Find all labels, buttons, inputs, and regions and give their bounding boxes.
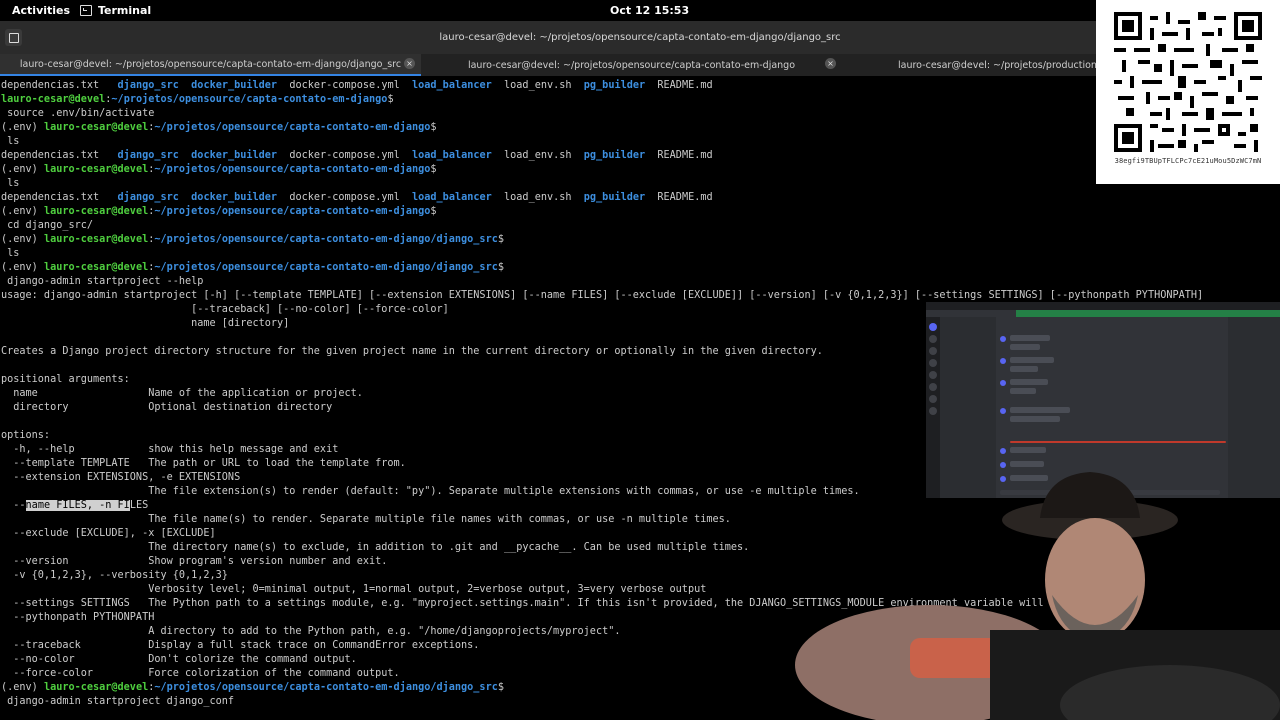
command-line: django-admin startproject django_conf xyxy=(1,696,235,707)
help-usage: usage: django-admin startproject [-h] [-… xyxy=(1,290,1204,301)
help-line: --traceback Display a full stack trace o… xyxy=(1,640,480,651)
prompt-line: (.env) lauro-cesar@devel:~/projetos/open… xyxy=(1,122,437,133)
discord-titlebar xyxy=(926,302,1280,310)
close-tab-icon[interactable]: × xyxy=(404,58,415,69)
help-line: --extension EXTENSIONS, -e EXTENSIONS xyxy=(1,472,241,483)
help-line: A directory to add to the Python path, e… xyxy=(1,626,621,637)
help-line: directory Optional destination directory xyxy=(1,402,333,413)
help-line: The file name(s) to render. Separate mul… xyxy=(1,514,731,525)
system-top-bar: Activities Terminal Oct 12 15:53 xyxy=(0,0,1280,21)
command-line: ls xyxy=(1,178,20,189)
prompt-line: lauro-cesar@devel:~/projetos/opensource/… xyxy=(1,94,394,105)
text-selection[interactable]: name FILES, -n FI xyxy=(25,500,130,511)
help-line: --name FILES, -n FILES xyxy=(1,500,149,511)
help-usage: [--traceback] [--no-color] [--force-colo… xyxy=(1,304,449,315)
webcam-image xyxy=(795,472,1280,720)
help-line: --pythonpath PYTHONPATH xyxy=(1,612,155,623)
help-line: --version Show program's version number … xyxy=(1,556,388,567)
help-description: Creates a Django project directory struc… xyxy=(1,346,823,357)
help-line: -v {0,1,2,3}, --verbosity {0,1,2,3} xyxy=(1,570,228,581)
help-section-header: options: xyxy=(1,430,51,441)
help-line: --force-color Force colorization of the … xyxy=(1,668,400,679)
activities-button[interactable]: Activities xyxy=(12,4,70,17)
webcam-feed xyxy=(790,470,1280,720)
prompt-line: (.env) lauro-cesar@devel:~/projetos/open… xyxy=(1,682,504,693)
command-line: ls xyxy=(1,136,20,147)
donation-qr-code: 38egfi9TBUpTFLCPc7cE21uMou5DzWC7mN xyxy=(1096,0,1280,184)
command-line: ls xyxy=(1,248,20,259)
prompt-line: (.env) lauro-cesar@devel:~/projetos/open… xyxy=(1,262,504,273)
prompt-line: (.env) lauro-cesar@devel:~/projetos/open… xyxy=(1,164,437,175)
help-line: --exclude [EXCLUDE], -x [EXCLUDE] xyxy=(1,528,216,539)
help-line: -h, --help show this help message and ex… xyxy=(1,444,339,455)
help-usage: name [directory] xyxy=(1,318,290,329)
help-section-header: positional arguments: xyxy=(1,374,130,385)
help-line: Verbosity level; 0=minimal output, 1=nor… xyxy=(1,584,707,595)
discord-window-thumbnail xyxy=(926,302,1280,498)
ls-output: dependencias.txt django_src docker_build… xyxy=(1,80,713,91)
help-line: name Name of the application or project. xyxy=(1,388,363,399)
tab-label: lauro-cesar@devel: ~/projetos/opensource… xyxy=(19,58,402,70)
tab-capta-contato[interactable]: lauro-cesar@devel: ~/projetos/opensource… xyxy=(421,54,842,76)
tab-django-src[interactable]: lauro-cesar@devel: ~/projetos/opensource… xyxy=(0,54,421,76)
help-line: The file extension(s) to render (default… xyxy=(1,486,860,497)
help-line: --no-color Don't colorize the command ou… xyxy=(1,654,357,665)
window-title: lauro-cesar@devel: ~/projetos/opensource… xyxy=(439,32,841,43)
ls-output: dependencias.txt django_src docker_build… xyxy=(1,192,713,203)
prompt-line: (.env) lauro-cesar@devel:~/projetos/open… xyxy=(1,206,437,217)
wallet-address: 38egfi9TBUpTFLCPc7cE21uMou5DzWC7mN xyxy=(1114,157,1262,165)
qr-code-image xyxy=(1114,12,1262,152)
help-line: --template TEMPLATE The path or URL to l… xyxy=(1,458,406,469)
close-tab-icon[interactable]: × xyxy=(825,58,836,69)
help-line: The directory name(s) to exclude, in add… xyxy=(1,542,750,553)
command-line: cd django_src/ xyxy=(1,220,94,231)
ls-output: dependencias.txt django_src docker_build… xyxy=(1,150,713,161)
tab-bar: lauro-cesar@devel: ~/projetos/opensource… xyxy=(0,54,1280,76)
tab-label: lauro-cesar@devel: ~/projetos/opensource… xyxy=(467,59,796,71)
app-menu-label: Terminal xyxy=(98,4,152,17)
clock[interactable]: Oct 12 15:53 xyxy=(610,4,689,17)
discord-banner xyxy=(1016,310,1280,317)
terminal-icon xyxy=(80,5,92,16)
command-line: django-admin startproject --help xyxy=(1,276,204,287)
app-menu[interactable]: Terminal xyxy=(80,4,151,17)
prompt-line: (.env) lauro-cesar@devel:~/projetos/open… xyxy=(1,234,504,245)
terminal-titlebar: lauro-cesar@devel: ~/projetos/opensource… xyxy=(0,21,1280,54)
command-line: source .env/bin/activate xyxy=(1,108,155,119)
